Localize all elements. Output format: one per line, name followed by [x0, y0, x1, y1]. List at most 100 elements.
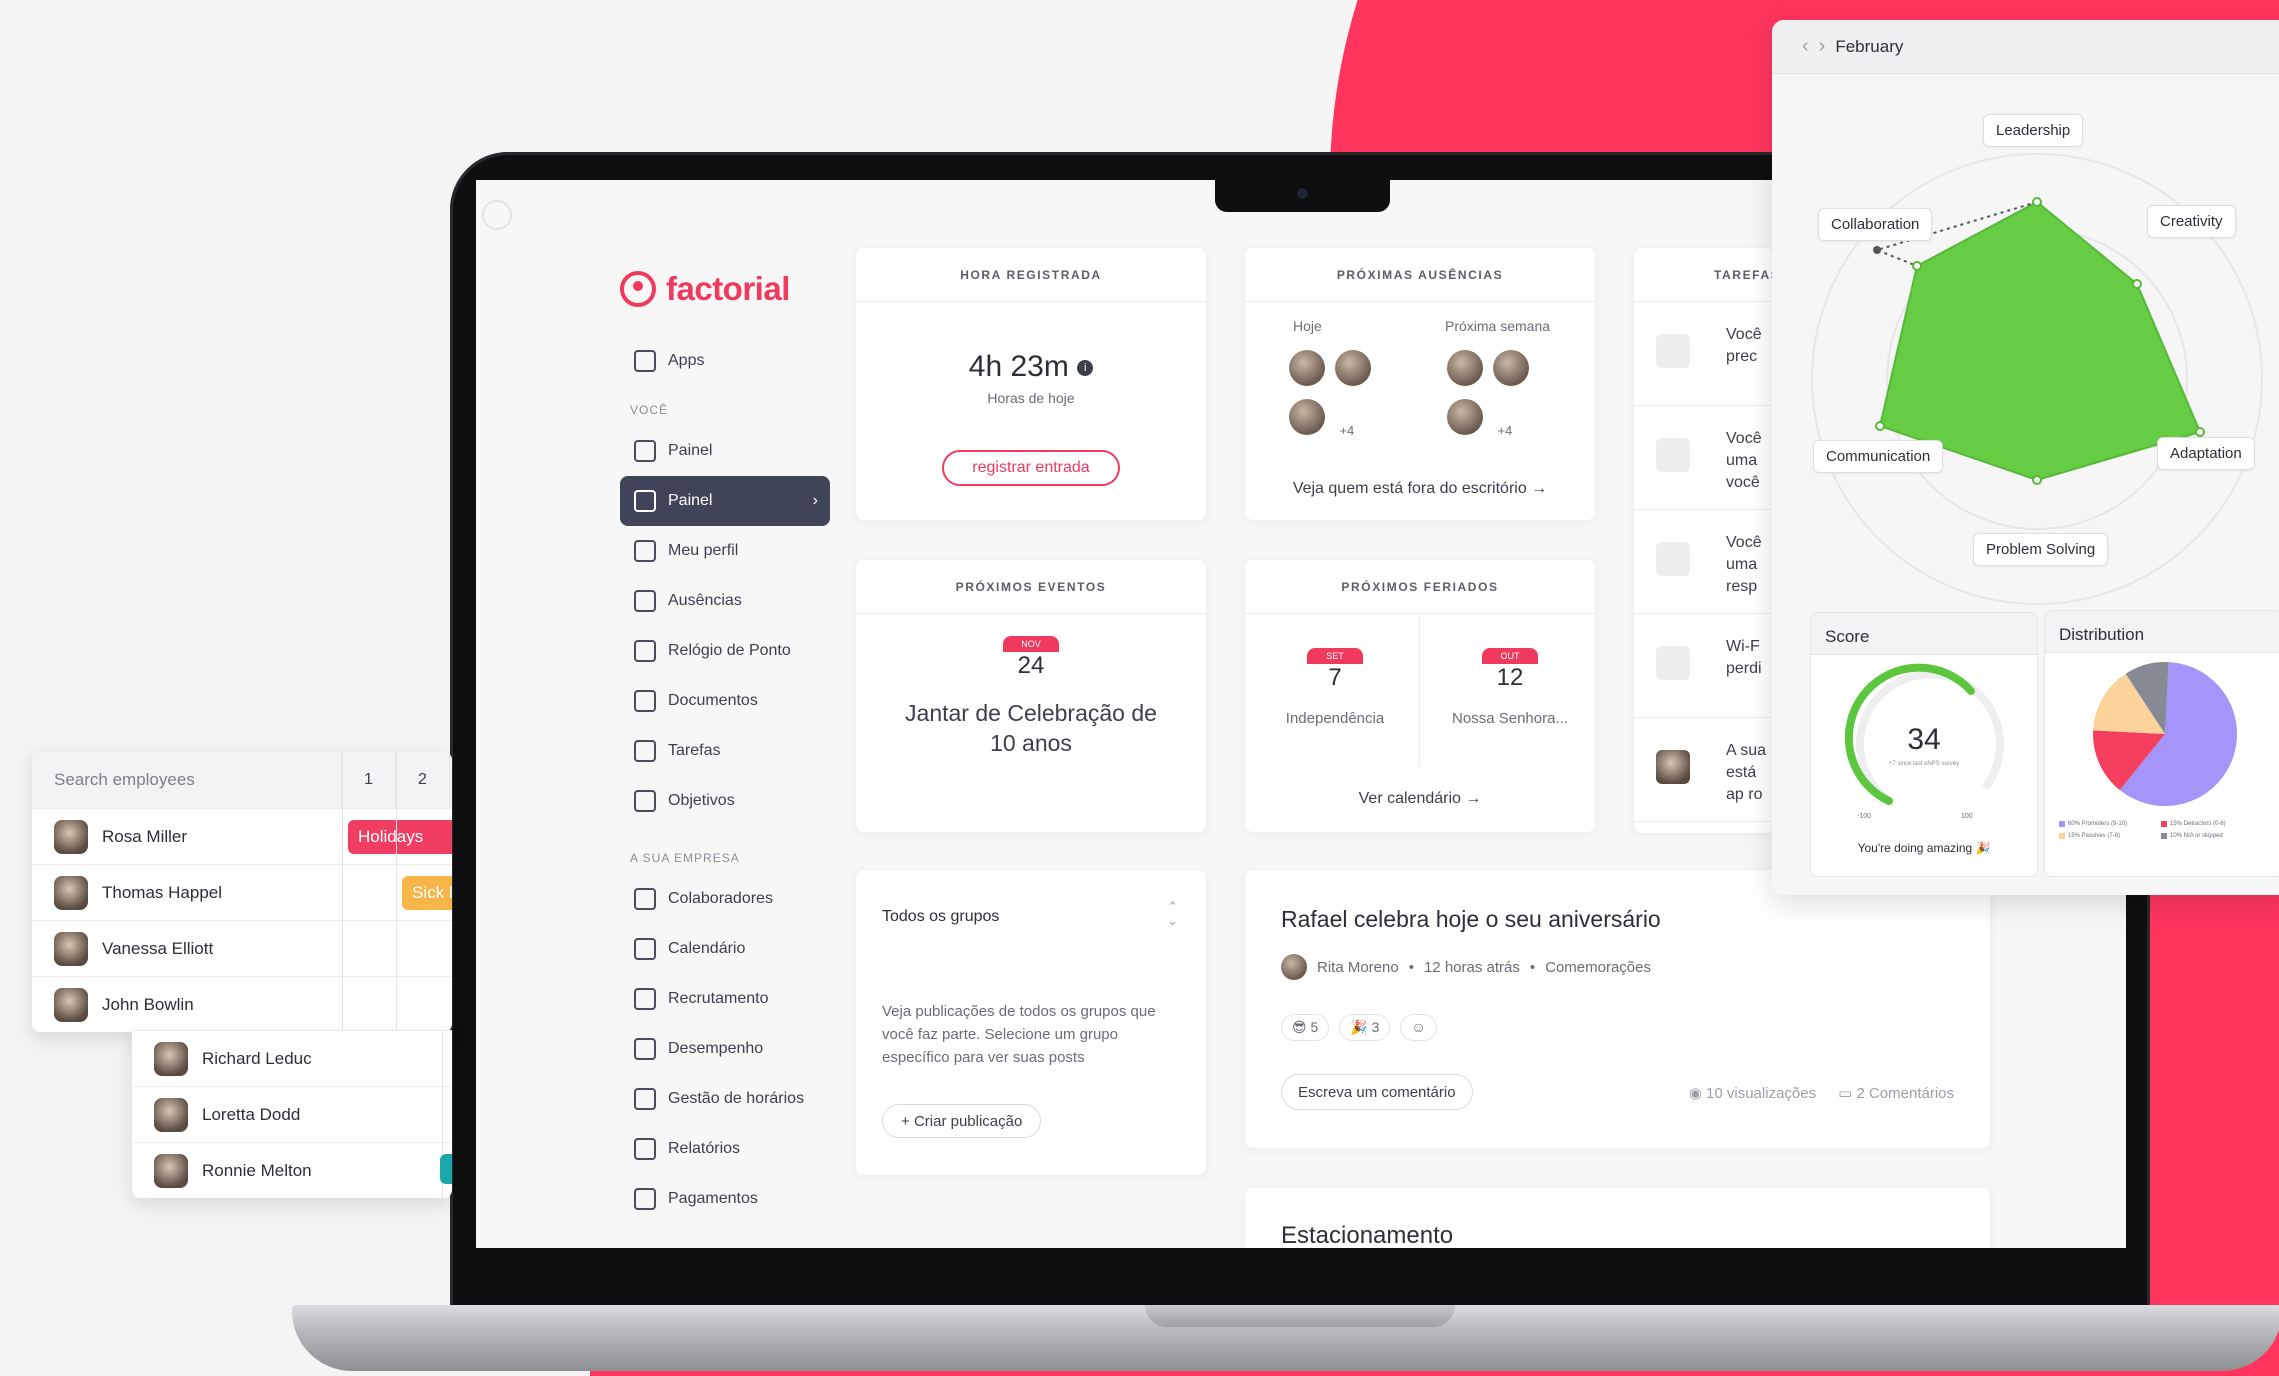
groups-description: Veja publicações de todos os grupos que … — [882, 1003, 1156, 1066]
score-footer: You're doing amazing 🎉 — [1857, 841, 1991, 855]
sidebar-item-desempenho[interactable]: Desempenho — [620, 1024, 830, 1074]
absence-icon — [634, 590, 656, 612]
post-time: 12 horas atrás — [1423, 958, 1520, 976]
camera-notch — [1215, 180, 1390, 212]
factorial-logo-icon — [620, 271, 656, 307]
hours-sub: Horas de hoje — [987, 390, 1075, 406]
factorial-logo[interactable]: factorial — [620, 270, 790, 308]
absences-card-title: PRÓXIMAS AUSÊNCIAS — [1245, 248, 1595, 302]
create-post-button[interactable]: + Criar publicação — [882, 1104, 1042, 1138]
radar-label-problem-solving[interactable]: Problem Solving — [1973, 533, 2109, 566]
avatar[interactable] — [1447, 399, 1483, 435]
post-views: ◉ 10 visualizações — [1688, 1085, 1817, 1102]
plus-icon: + — [901, 1112, 910, 1130]
avatar[interactable] — [1281, 954, 1307, 980]
task-item[interactable]: Você prec — [1634, 302, 1774, 406]
score-max: 100 — [1961, 813, 1973, 820]
sidebar-item-recrutamento[interactable]: Recrutamento — [620, 974, 830, 1024]
table-row[interactable]: Vanessa Elliott — [32, 920, 452, 976]
table-row[interactable]: John Bowlin — [32, 976, 452, 1032]
task-item[interactable]: Você uma resp — [1634, 510, 1774, 614]
holidays-card: PRÓXIMOS FERIADOS SET 7 Independência OU… — [1245, 560, 1595, 832]
absences-today-label: Hoje — [1293, 318, 1322, 334]
score-sub: +7 since last eNPS survey — [1888, 761, 1960, 767]
chevron-right-icon[interactable]: › — [1819, 35, 1826, 58]
radar-label-collaboration[interactable]: Collaboration — [1818, 208, 1933, 241]
post-comments[interactable]: ▭ 2 Comentários — [1838, 1084, 1954, 1102]
task-item[interactable]: A sua está ap ro — [1634, 718, 1774, 822]
radar-label-leadership[interactable]: Leadership — [1983, 114, 2084, 147]
sidebar-item-colaboradores[interactable]: Colaboradores — [620, 874, 830, 924]
table-row[interactable]: Richard Leduc — [132, 1030, 452, 1086]
holiday-1[interactable]: SET 7 Independência — [1285, 648, 1385, 727]
table-row[interactable]: Loretta Dodd — [132, 1086, 452, 1142]
task-item[interactable]: Wi-F perdi — [1634, 614, 1774, 718]
check-icon — [634, 740, 656, 762]
employee-schedule-table: Search employees 1 2 Rosa Miller Holidays… — [32, 752, 452, 1032]
legend-item: 15% Passives (7-8) — [2059, 833, 2151, 839]
status-tag[interactable]: Sick l — [402, 875, 452, 910]
event-name[interactable]: Jantar de Celebração de 10 anos — [856, 698, 1206, 758]
reaction-party[interactable]: 🎉 3 — [1339, 1014, 1391, 1041]
table-row[interactable]: Ronnie Melton — [132, 1142, 452, 1198]
sidebar-item-apps[interactable]: Apps — [620, 336, 830, 386]
post-title[interactable]: Rafael celebra hoje o seu aniversário — [1281, 906, 1661, 933]
distribution-legend: 60% Promoters (9-10) 15% Detractors (0-6)… — [2059, 821, 2279, 839]
absences-link[interactable]: Veja quem está fora do escritório → — [1245, 480, 1595, 498]
avatar[interactable] — [1335, 350, 1372, 386]
post-category[interactable]: Comemorações — [1545, 959, 1651, 976]
avatar — [154, 1153, 188, 1188]
holidays-card-title: PRÓXIMOS FERIADOS — [1245, 560, 1595, 614]
radar-label-adaptation[interactable]: Adaptation — [2157, 437, 2255, 470]
legend-swatch — [2059, 821, 2065, 827]
performance-panel: ‹ › February Leadership Creativity Adapt… — [1772, 20, 2279, 895]
sidebar-item-calend-rio[interactable]: Calendário — [620, 924, 830, 974]
register-entry-button[interactable]: registrar entrada — [942, 450, 1120, 486]
distribution-pie — [2093, 662, 2237, 806]
see-calendar-link[interactable]: Ver calendário → — [1245, 790, 1595, 808]
holiday-2[interactable]: OUT 12 Nossa Senhora... — [1435, 648, 1585, 727]
clock-icon — [634, 640, 656, 662]
you-items: Painel Painel › Meu perfil Ausências Relógio … — [620, 426, 830, 826]
search-employees-input[interactable]: Search employees — [32, 752, 342, 808]
tasks-card-title: TAREFAS — [1634, 248, 1774, 302]
schedule-icon — [634, 1088, 656, 1110]
sidebar-item-gest-o-de-hor-rios[interactable]: Gestão de horários — [620, 1074, 830, 1124]
sidebar-item-documentos[interactable]: Documentos — [620, 676, 830, 726]
status-tag[interactable] — [440, 1154, 452, 1184]
sidebar-item-relat-rios[interactable]: Relatórios — [620, 1124, 830, 1174]
avatar[interactable] — [1289, 350, 1325, 386]
add-reaction-icon[interactable]: ☺ — [1400, 1014, 1437, 1041]
score-min: -100 — [1857, 813, 1872, 820]
reaction-sunglasses[interactable]: 😎 5 — [1281, 1014, 1330, 1041]
sidebar-item-aus-ncias[interactable]: Ausências — [620, 576, 830, 626]
radar-label-communication[interactable]: Communication — [1813, 440, 1944, 473]
sidebar-item-painel[interactable]: Painel › — [620, 476, 830, 526]
table-row[interactable]: Thomas Happel Sick l — [32, 864, 452, 920]
sidebar-item-tarefas[interactable]: Tarefas — [620, 726, 830, 776]
table-row[interactable]: Rosa Miller Holidays — [32, 808, 452, 864]
sidebar-item-pagamentos[interactable]: Pagamentos — [620, 1174, 830, 1224]
parking-title[interactable]: Estacionamento — [1281, 1222, 1453, 1248]
select-arrows-icon[interactable]: ⌃ ⌄ — [1167, 900, 1178, 928]
avatar[interactable] — [1493, 350, 1530, 386]
post-author[interactable]: Rita Moreno — [1317, 959, 1399, 976]
task-item[interactable]: Você uma você — [1634, 406, 1774, 510]
radar-label-creativity[interactable]: Creativity — [2147, 205, 2236, 238]
status-tag[interactable]: Holidays — [348, 819, 452, 854]
sidebar-item-meu-perfil[interactable]: Meu perfil — [620, 526, 830, 576]
flag-icon — [634, 790, 656, 812]
groups-select[interactable]: Todos os grupos — [882, 908, 999, 926]
avatar[interactable] — [1289, 399, 1325, 435]
sidebar-item-objetivos[interactable]: Objetivos — [620, 776, 830, 826]
chevron-left-icon[interactable]: ‹ — [1802, 35, 1809, 58]
avatar — [54, 931, 88, 966]
sidebar-item-rel-gio-de-ponto[interactable]: Relógio de Ponto — [620, 626, 830, 676]
write-comment-button[interactable]: Escreva um comentário — [1281, 1074, 1473, 1110]
distribution-card: Distribution 60% Promoters (9-10) 15% Det… — [2044, 610, 2279, 877]
event-date-badge: NOV 24 — [1003, 636, 1059, 680]
comment-icon: ▭ — [1838, 1085, 1853, 1102]
avatar[interactable] — [1447, 350, 1483, 386]
info-icon[interactable]: i — [1077, 360, 1094, 377]
sidebar-item-painel[interactable]: Painel — [620, 426, 830, 476]
